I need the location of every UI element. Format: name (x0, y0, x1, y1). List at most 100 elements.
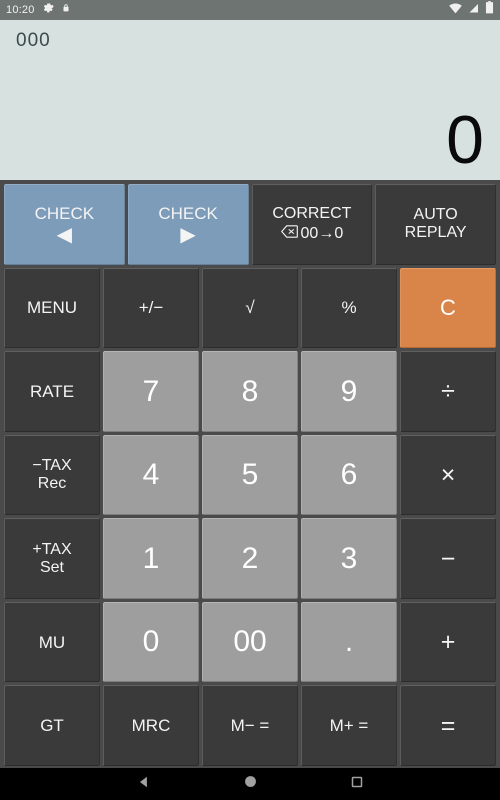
arrow-left-icon: ◀ (56, 223, 73, 246)
status-bar-right (448, 1, 494, 19)
key-label: MENU (26, 298, 78, 318)
digit-9-button[interactable]: 9 (301, 351, 397, 432)
rate-button[interactable]: RATE (4, 351, 100, 432)
key-label: MRC (131, 716, 171, 736)
wifi-icon (448, 1, 463, 19)
key-label-line2: REPLAY (404, 224, 467, 242)
display-memory-value: 000 (16, 30, 51, 51)
key-label: MU (38, 632, 66, 652)
calculator-app: 10:20 000 0 CHECK ◀ CHECK ▶ CORRECT 00→0… (0, 0, 500, 800)
digit-5-button[interactable]: 5 (202, 434, 298, 516)
key-label: 2 (241, 541, 259, 575)
digit-4-button[interactable]: 4 (103, 434, 199, 516)
check-forward-button[interactable]: CHECK ▶ (127, 184, 249, 265)
subtract-button[interactable]: − (400, 518, 496, 599)
android-navigation-bar (0, 768, 500, 800)
decimal-point-button[interactable]: . (301, 601, 397, 683)
keypad-row: RATE 7 8 9 ÷ (4, 351, 496, 432)
key-label: CORRECT (272, 205, 352, 223)
keypad-row: MU 0 00. + (4, 601, 496, 683)
key-label: 00 (233, 625, 267, 659)
digit-6-button[interactable]: 6 (301, 434, 397, 516)
percent-button[interactable]: % (301, 267, 397, 349)
back-nav-icon[interactable] (137, 775, 151, 794)
key-label: . (344, 625, 354, 659)
digit-1-button[interactable]: 1 (103, 518, 199, 599)
backspace-icon (280, 225, 298, 243)
arrow-right-icon: ▶ (180, 223, 196, 246)
memory-recall-clear-button[interactable]: MRC (103, 685, 199, 767)
key-label: − (440, 544, 456, 573)
key-label: CHECK (158, 203, 218, 223)
battery-icon (485, 1, 494, 19)
key-label: C (440, 294, 456, 320)
keypad-row: +TAX Set 1 2 3 − (4, 518, 496, 599)
multiply-button[interactable]: × (400, 434, 496, 516)
key-label: −TAX (32, 457, 72, 475)
home-nav-icon[interactable] (244, 775, 257, 793)
key-label: × (440, 461, 456, 490)
digit-7-button[interactable]: 7 (103, 351, 199, 432)
menu-button[interactable]: MENU (4, 267, 100, 349)
gear-icon (42, 1, 54, 19)
status-bar-left: 10:20 (6, 1, 71, 19)
keypad-row: CHECK ◀ CHECK ▶ CORRECT 00→0 AUTO REPLAY (4, 184, 496, 265)
key-label: 8 (241, 374, 259, 408)
recents-nav-icon[interactable] (351, 775, 363, 793)
key-label: +TAX (32, 540, 72, 558)
clear-button[interactable]: C (400, 267, 496, 349)
add-button[interactable]: + (400, 601, 496, 683)
sign-toggle-button[interactable]: +/− (103, 267, 199, 349)
key-label: % (341, 298, 357, 318)
tax-plus-button[interactable]: +TAX Set (4, 518, 100, 599)
divide-button[interactable]: ÷ (400, 351, 496, 432)
digit-3-button[interactable]: 3 (301, 518, 397, 599)
grand-total-button[interactable]: GT (4, 685, 100, 767)
correct-button[interactable]: CORRECT 00→0 (251, 184, 373, 265)
key-label: CHECK (34, 203, 95, 223)
key-sublabel: 00→0 (280, 225, 344, 243)
check-back-button[interactable]: CHECK ◀ (4, 184, 125, 265)
keypad-row: MENU +/− √% C (4, 267, 496, 349)
key-label: 0 (142, 625, 160, 659)
key-label: 3 (340, 541, 358, 575)
memory-minus-button[interactable]: M− = (202, 685, 298, 767)
lock-icon (61, 1, 71, 19)
key-sublabel-text: 00→0 (300, 225, 344, 243)
key-label-line2: Set (39, 558, 64, 576)
key-label: + (440, 628, 456, 657)
key-label: = (440, 711, 456, 740)
key-label: 7 (142, 374, 160, 408)
key-label: 1 (142, 541, 160, 575)
key-label: ÷ (441, 377, 455, 406)
key-label: +/− (138, 298, 164, 318)
auto-replay-button[interactable]: AUTO REPLAY (375, 184, 496, 265)
square-root-button[interactable]: √ (202, 267, 298, 349)
tax-minus-button[interactable]: −TAX Rec (4, 434, 100, 516)
cell-signal-icon (468, 1, 480, 19)
key-label: M+ = (329, 716, 369, 736)
digit-2-button[interactable]: 2 (202, 518, 298, 599)
keypad-row: GT MRC M− = M+ = = (4, 685, 496, 767)
key-label: RATE (29, 381, 75, 401)
digit-8-button[interactable]: 8 (202, 351, 298, 432)
key-label: M− = (230, 716, 270, 736)
key-label: 4 (142, 458, 160, 492)
display-main-value: 0 (446, 102, 484, 178)
key-label: 9 (340, 374, 358, 408)
markup-button[interactable]: MU (4, 601, 100, 683)
key-label: √ (245, 298, 255, 318)
keypad-row: −TAX Rec 4 5 6 × (4, 434, 496, 516)
key-label: GT (40, 716, 64, 736)
digit-00-button[interactable]: 00 (202, 601, 298, 683)
calculator-display: 000 0 (0, 20, 500, 180)
status-bar: 10:20 (0, 0, 500, 20)
key-label-line2: Rec (37, 475, 67, 493)
key-label: 6 (340, 458, 358, 492)
digit-0-button[interactable]: 0 (103, 601, 199, 683)
memory-plus-button[interactable]: M+ = (301, 685, 397, 767)
key-label: 5 (241, 458, 259, 492)
key-label: AUTO (413, 206, 458, 224)
calculator-keypad: CHECK ◀ CHECK ▶ CORRECT 00→0 AUTO REPLAY MENU +/−… (0, 180, 500, 768)
equals-button[interactable]: = (400, 685, 496, 767)
